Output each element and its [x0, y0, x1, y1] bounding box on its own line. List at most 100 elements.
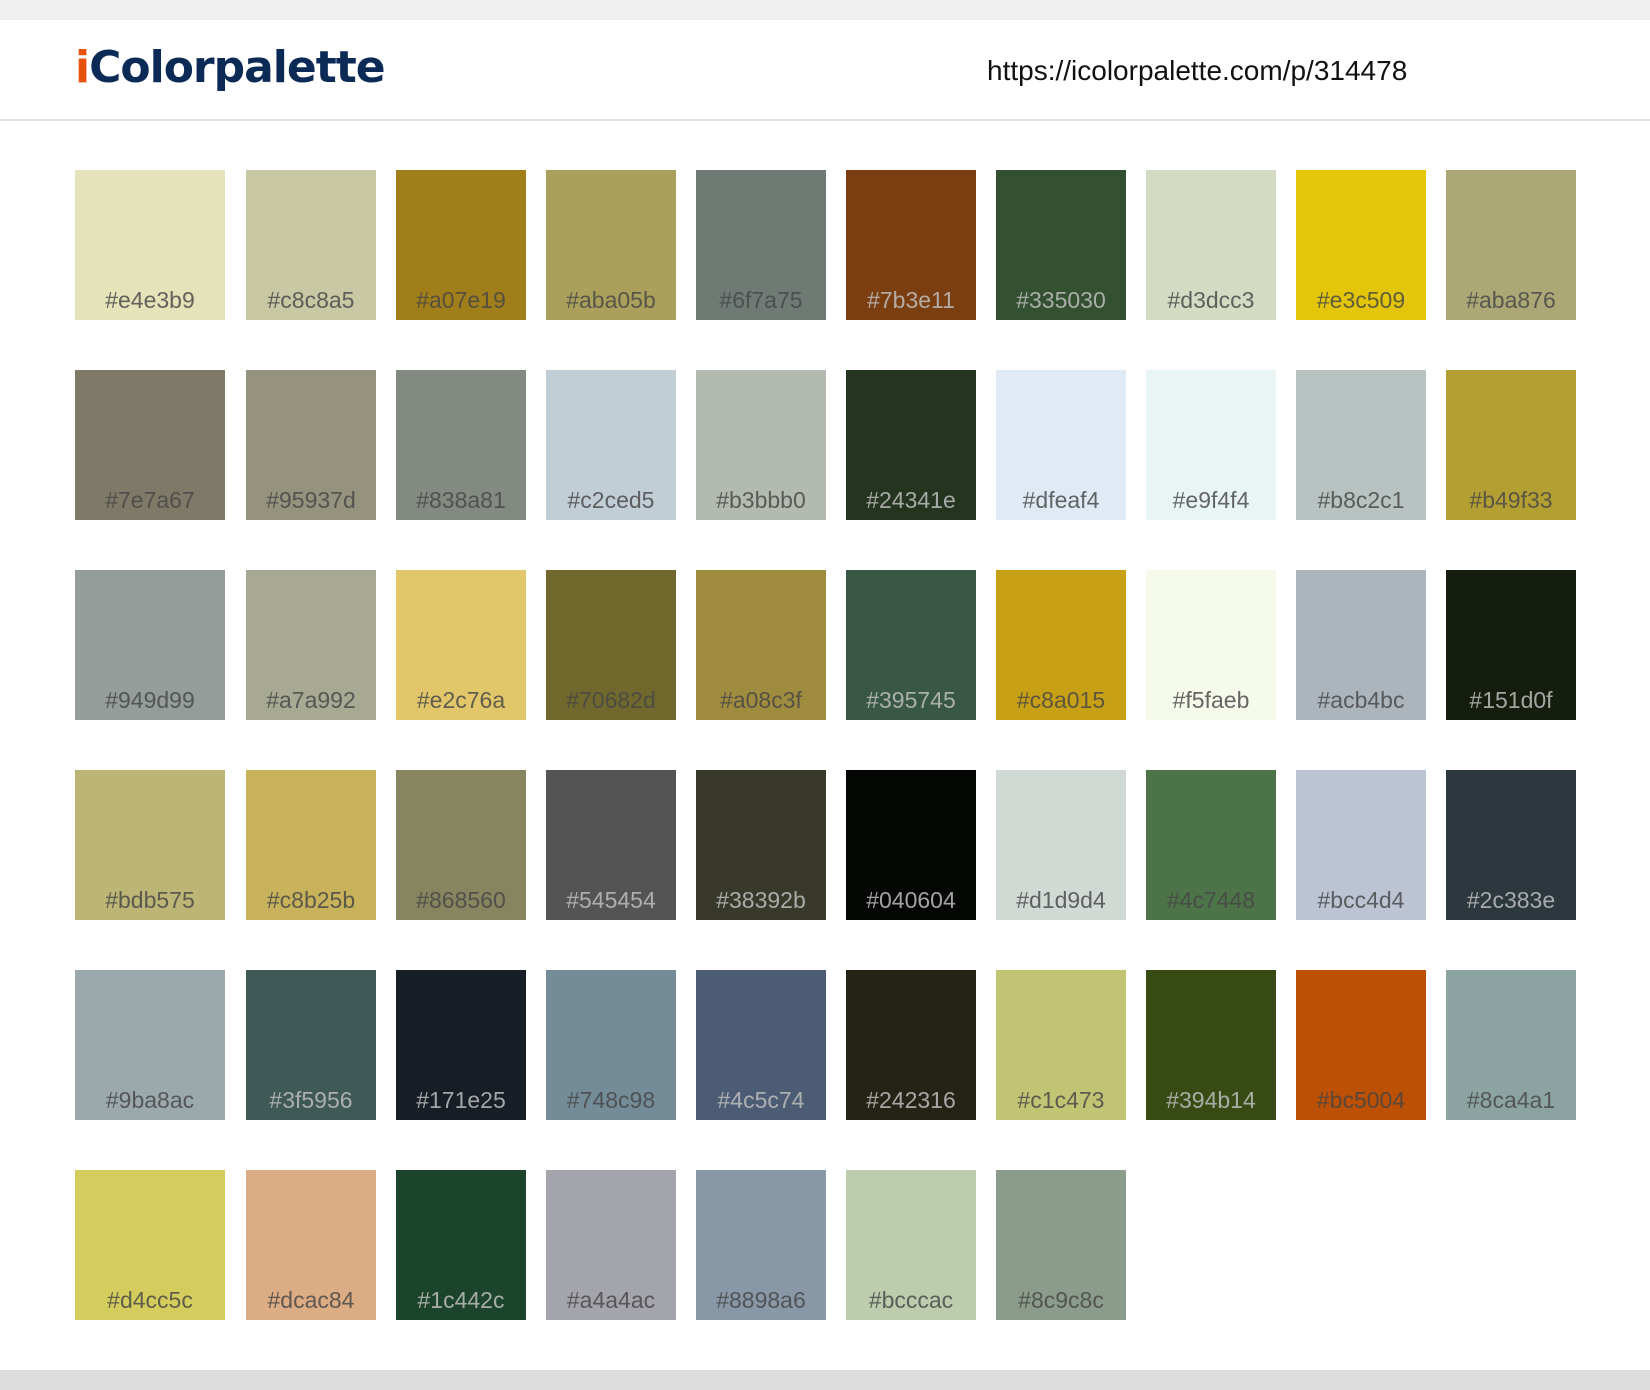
color-hex-label: #151d0f [1469, 687, 1553, 713]
color-hex-label: #c8c8a5 [267, 287, 355, 313]
color-swatch[interactable]: #395745 [846, 570, 976, 720]
color-hex-label: #394b14 [1166, 1087, 1256, 1113]
color-swatch[interactable]: #e9f4f4 [1146, 370, 1276, 520]
color-hex-label: #2c383e [1466, 887, 1556, 913]
color-hex-label: #4c5c74 [717, 1087, 805, 1113]
color-swatch[interactable]: #868560 [396, 770, 526, 920]
color-swatch[interactable]: #242316 [846, 970, 976, 1120]
color-hex-label: #c2ced5 [567, 487, 655, 513]
color-hex-label: #a07e19 [416, 287, 506, 313]
color-swatch[interactable]: #151d0f [1446, 570, 1576, 720]
color-swatch[interactable]: #38392b [696, 770, 826, 920]
color-swatch[interactable]: #70682d [546, 570, 676, 720]
color-swatch[interactable]: #bdb575 [75, 770, 225, 920]
color-hex-label: #b49f33 [1469, 487, 1553, 513]
color-swatch[interactable]: #394b14 [1146, 970, 1276, 1120]
color-hex-label: #949d99 [105, 687, 195, 713]
color-swatch[interactable]: #8c9c8c [996, 1170, 1126, 1320]
color-swatch[interactable]: #7e7a67 [75, 370, 225, 520]
color-swatch[interactable]: #e4e3b9 [75, 170, 225, 320]
color-swatch[interactable]: #171e25 [396, 970, 526, 1120]
color-swatch[interactable]: #24341e [846, 370, 976, 520]
page-url[interactable]: https://icolorpalette.com/p/314478 [987, 57, 1407, 85]
color-hex-label: #d4cc5c [107, 1287, 193, 1313]
color-hex-label: #70682d [566, 687, 656, 713]
color-hex-label: #868560 [416, 887, 506, 913]
color-hex-label: #1c442c [417, 1287, 505, 1313]
color-hex-label: #e3c509 [1316, 287, 1406, 313]
color-hex-label: #dcac84 [267, 1287, 355, 1313]
color-hex-label: #040604 [866, 887, 956, 913]
color-hex-label: #dfeaf4 [1022, 487, 1100, 513]
color-swatch[interactable]: #f5faeb [1146, 570, 1276, 720]
color-hex-label: #6f7a75 [719, 287, 803, 313]
bottom-strip [0, 1370, 1650, 1390]
color-swatch[interactable]: #95937d [246, 370, 376, 520]
color-hex-label: #d3dcc3 [1167, 287, 1255, 313]
top-strip [0, 0, 1650, 20]
color-swatch[interactable]: #3f5956 [246, 970, 376, 1120]
color-hex-label: #a4a4ac [566, 1287, 656, 1313]
color-swatch[interactable]: #9ba8ac [75, 970, 225, 1120]
color-swatch[interactable]: #4c7448 [1146, 770, 1276, 920]
color-swatch[interactable]: #b8c2c1 [1296, 370, 1426, 520]
color-swatch[interactable]: #8898a6 [696, 1170, 826, 1320]
color-swatch[interactable]: #c8c8a5 [246, 170, 376, 320]
color-swatch[interactable]: #6f7a75 [696, 170, 826, 320]
color-hex-label: #d1d9d4 [1016, 887, 1106, 913]
color-swatch[interactable]: #a08c3f [696, 570, 826, 720]
color-swatch[interactable]: #c8b25b [246, 770, 376, 920]
color-hex-label: #bcccac [868, 1287, 954, 1313]
color-swatch[interactable]: #e2c76a [396, 570, 526, 720]
color-hex-label: #7e7a67 [105, 487, 195, 513]
color-hex-label: #acb4bc [1317, 687, 1405, 713]
color-swatch[interactable]: #c1c473 [996, 970, 1126, 1120]
color-swatch[interactable]: #dcac84 [246, 1170, 376, 1320]
color-swatch[interactable]: #748c98 [546, 970, 676, 1120]
color-swatch[interactable]: #e3c509 [1296, 170, 1426, 320]
color-hex-label: #e9f4f4 [1172, 487, 1250, 513]
color-swatch[interactable]: #aba876 [1446, 170, 1576, 320]
color-swatch[interactable]: #a07e19 [396, 170, 526, 320]
color-swatch[interactable]: #040604 [846, 770, 976, 920]
color-hex-label: #bcc4d4 [1317, 887, 1405, 913]
color-swatch[interactable]: #c2ced5 [546, 370, 676, 520]
color-swatch[interactable]: #b49f33 [1446, 370, 1576, 520]
color-hex-label: #4c7448 [1166, 887, 1256, 913]
color-swatch[interactable]: #bcccac [846, 1170, 976, 1320]
color-swatch[interactable]: #bcc4d4 [1296, 770, 1426, 920]
color-swatch[interactable]: #838a81 [396, 370, 526, 520]
color-hex-label: #8c9c8c [1018, 1287, 1104, 1313]
color-swatch[interactable]: #d1d9d4 [996, 770, 1126, 920]
color-hex-label: #a08c3f [720, 687, 802, 713]
color-swatch[interactable]: #8ca4a1 [1446, 970, 1576, 1120]
color-swatch[interactable]: #a7a992 [246, 570, 376, 720]
color-hex-label: #c8b25b [266, 887, 356, 913]
color-swatch[interactable]: #c8a015 [996, 570, 1126, 720]
color-swatch[interactable]: #335030 [996, 170, 1126, 320]
color-hex-label: #aba05b [566, 287, 656, 313]
color-swatch[interactable]: #bc5004 [1296, 970, 1426, 1120]
color-swatch[interactable]: #acb4bc [1296, 570, 1426, 720]
color-hex-label: #e2c76a [416, 687, 506, 713]
color-swatch[interactable]: #d4cc5c [75, 1170, 225, 1320]
color-hex-label: #335030 [1016, 287, 1106, 313]
color-swatch[interactable]: #2c383e [1446, 770, 1576, 920]
color-hex-label: #a7a992 [266, 687, 356, 713]
color-swatch[interactable]: #d3dcc3 [1146, 170, 1276, 320]
color-hex-label: #9ba8ac [105, 1087, 195, 1113]
color-swatch[interactable]: #4c5c74 [696, 970, 826, 1120]
color-swatch[interactable]: #7b3e11 [846, 170, 976, 320]
color-swatch[interactable]: #949d99 [75, 570, 225, 720]
color-swatch[interactable]: #dfeaf4 [996, 370, 1126, 520]
color-swatch[interactable]: #a4a4ac [546, 1170, 676, 1320]
color-hex-label: #838a81 [416, 487, 506, 513]
color-swatch[interactable]: #1c442c [396, 1170, 526, 1320]
color-hex-label: #b8c2c1 [1317, 487, 1405, 513]
header: iColorpalette https://icolorpalette.com/… [0, 20, 1650, 121]
color-swatch[interactable]: #545454 [546, 770, 676, 920]
color-swatch[interactable]: #b3bbb0 [696, 370, 826, 520]
site-logo[interactable]: iColorpalette [75, 46, 386, 90]
color-swatch[interactable]: #aba05b [546, 170, 676, 320]
color-hex-label: #95937d [266, 487, 356, 513]
